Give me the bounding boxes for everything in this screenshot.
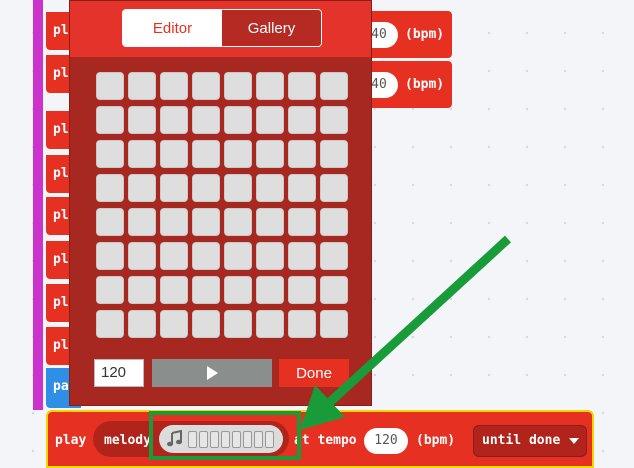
annotation-arrow (300, 235, 512, 430)
